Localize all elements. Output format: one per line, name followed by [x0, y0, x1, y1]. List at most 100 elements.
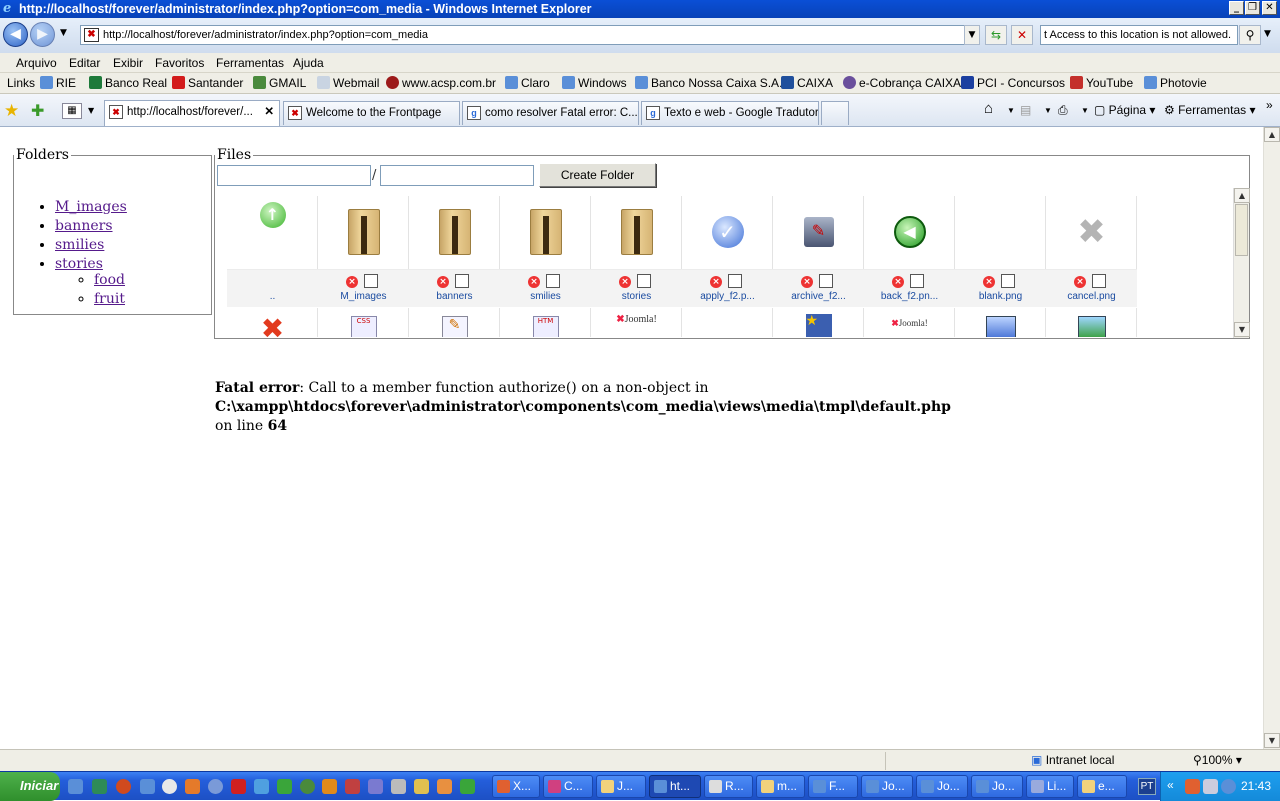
print-dropdown-icon[interactable]: ▼	[1081, 106, 1089, 115]
close-tab-icon[interactable]: ✕	[264, 101, 274, 123]
select-checkbox[interactable]	[1001, 274, 1015, 288]
app-quicklaunch-icon[interactable]	[345, 779, 360, 794]
link-gmail[interactable]: GMAIL	[253, 76, 306, 90]
restore-button[interactable]: ❐	[1245, 1, 1260, 15]
menu-favoritos[interactable]: Favoritos	[155, 56, 204, 70]
select-checkbox[interactable]	[819, 274, 833, 288]
file-item-image[interactable]: ✖	[227, 308, 318, 337]
start-button[interactable]: Iniciar	[0, 772, 60, 801]
home-icon[interactable]: ⌂	[984, 100, 993, 117]
address-dropdown-icon[interactable]: ▼	[964, 25, 980, 45]
tab-list-icon[interactable]: ▼	[88, 106, 94, 115]
link-rie[interactable]: RIE	[40, 76, 76, 90]
app-quicklaunch-icon[interactable]	[460, 779, 475, 794]
file-item-image[interactable]: ✎	[409, 308, 500, 337]
link-claro[interactable]: Claro	[505, 76, 550, 90]
tab-localhost[interactable]: ✖ http://localhost/forever/... ✕	[104, 100, 280, 126]
address-bar[interactable]: ✖ http://localhost/forever/administrator…	[80, 25, 980, 45]
media-quicklaunch-icon[interactable]	[162, 779, 177, 794]
delete-icon[interactable]: ×	[983, 276, 995, 288]
task-button[interactable]: Jo...	[971, 775, 1023, 798]
link-pci[interactable]: PCI - Concursos	[961, 76, 1065, 90]
link-webmail[interactable]: Webmail	[317, 76, 379, 90]
file-item-folder[interactable]: × smilies	[500, 196, 591, 307]
file-item-image[interactable]	[955, 308, 1046, 337]
app-quicklaunch-icon[interactable]	[116, 779, 131, 794]
link-caixa[interactable]: CAIXA	[781, 76, 833, 90]
app-quicklaunch-icon[interactable]	[208, 779, 223, 794]
tab-google-tradutor[interactable]: g Texto e web - Google Tradutor	[641, 101, 819, 125]
xampp-tray-icon[interactable]	[1185, 779, 1200, 794]
delete-icon[interactable]: ×	[1074, 276, 1086, 288]
file-item-folder[interactable]: × stories	[591, 196, 682, 307]
new-tab-button[interactable]	[821, 101, 849, 125]
history-dropdown-icon[interactable]: ▼	[60, 28, 67, 38]
app-quicklaunch-icon[interactable]	[254, 779, 269, 794]
select-checkbox[interactable]	[910, 274, 924, 288]
task-button-active[interactable]: ht...	[649, 775, 701, 798]
delete-icon[interactable]: ×	[619, 276, 631, 288]
ie-quicklaunch-icon[interactable]	[68, 779, 83, 794]
quick-tabs-icon[interactable]: ▦	[62, 103, 82, 119]
page-menu[interactable]: ▢ Página ▾	[1094, 103, 1155, 117]
feeds-dropdown-icon[interactable]: ▼	[1044, 106, 1052, 115]
file-item-image[interactable]: ◀ × back_f2.pn...	[864, 196, 955, 307]
chrome-quicklaunch-icon[interactable]	[300, 779, 315, 794]
security-zone[interactable]: ▣ Intranet local	[1031, 753, 1114, 767]
delete-icon[interactable]: ×	[528, 276, 540, 288]
folder-path-input[interactable]	[217, 165, 371, 186]
task-button[interactable]: m...	[756, 775, 805, 798]
folder-link-stories[interactable]: stories	[55, 256, 103, 272]
app-quicklaunch-icon[interactable]	[414, 779, 429, 794]
delete-icon[interactable]: ×	[801, 276, 813, 288]
select-checkbox[interactable]	[455, 274, 469, 288]
app-quicklaunch-icon[interactable]	[437, 779, 452, 794]
add-favorite-icon[interactable]: ✚	[31, 101, 44, 120]
delete-icon[interactable]: ×	[892, 276, 904, 288]
tab-welcome[interactable]: ✖ Welcome to the Frontpage	[283, 101, 460, 125]
tools-menu[interactable]: ⚙ Ferramentas ▾	[1164, 103, 1255, 117]
menu-arquivo[interactable]: Arquivo	[16, 56, 57, 70]
back-button[interactable]: ◀	[3, 22, 28, 47]
forward-button[interactable]: ▶	[30, 22, 55, 47]
new-folder-input[interactable]	[380, 165, 534, 186]
home-dropdown-icon[interactable]: ▼	[1007, 106, 1015, 115]
scroll-down-icon[interactable]: ▼	[1234, 322, 1250, 337]
file-item-image[interactable]: ★	[773, 308, 864, 337]
menu-exibir[interactable]: Exibir	[113, 56, 143, 70]
link-youtube[interactable]: YouTube	[1070, 76, 1133, 90]
file-item-image[interactable]: ✓ × apply_f2.p...	[682, 196, 773, 307]
close-window-button[interactable]: ✕	[1262, 1, 1277, 15]
folder-link-fruit[interactable]: fruit	[94, 291, 125, 307]
app-quicklaunch-icon[interactable]	[391, 779, 406, 794]
file-item-image[interactable]: ✎ × archive_f2...	[773, 196, 864, 307]
clock[interactable]: 21:43	[1241, 779, 1271, 793]
chevron-left-icon[interactable]: «	[1167, 778, 1174, 792]
folder-link-banners[interactable]: banners	[55, 218, 113, 234]
search-icon[interactable]: ⚲	[1239, 25, 1261, 45]
file-item-image[interactable]: ✖ × cancel.png	[1046, 196, 1137, 307]
firefox-quicklaunch-icon[interactable]	[185, 779, 200, 794]
task-button[interactable]: Jo...	[861, 775, 913, 798]
delete-icon[interactable]: ×	[437, 276, 449, 288]
select-checkbox[interactable]	[637, 274, 651, 288]
menu-ajuda[interactable]: Ajuda	[293, 56, 324, 70]
feeds-icon[interactable]: ▤	[1020, 103, 1031, 117]
app-quicklaunch-icon[interactable]	[277, 779, 292, 794]
select-checkbox[interactable]	[546, 274, 560, 288]
desktop-quicklaunch-icon[interactable]	[92, 779, 107, 794]
stop-button[interactable]: ✕	[1011, 25, 1033, 45]
scroll-thumb[interactable]	[1235, 204, 1248, 256]
search-input[interactable]: t Access to this location is not allowed…	[1040, 25, 1238, 45]
app-quicklaunch-icon[interactable]	[368, 779, 383, 794]
create-folder-button[interactable]: Create Folder	[539, 163, 656, 187]
app-tray-icon[interactable]	[1221, 779, 1236, 794]
task-button[interactable]: e...	[1077, 775, 1127, 798]
folder-link-m-images[interactable]: M_images	[55, 199, 127, 215]
select-checkbox[interactable]	[728, 274, 742, 288]
language-indicator[interactable]: PT	[1138, 778, 1156, 795]
link-acsp[interactable]: www.acsp.com.br	[386, 76, 496, 90]
select-checkbox[interactable]	[364, 274, 378, 288]
page-scrollbar[interactable]: ▲ ▼	[1263, 127, 1280, 749]
network-tray-icon[interactable]	[1203, 779, 1218, 794]
